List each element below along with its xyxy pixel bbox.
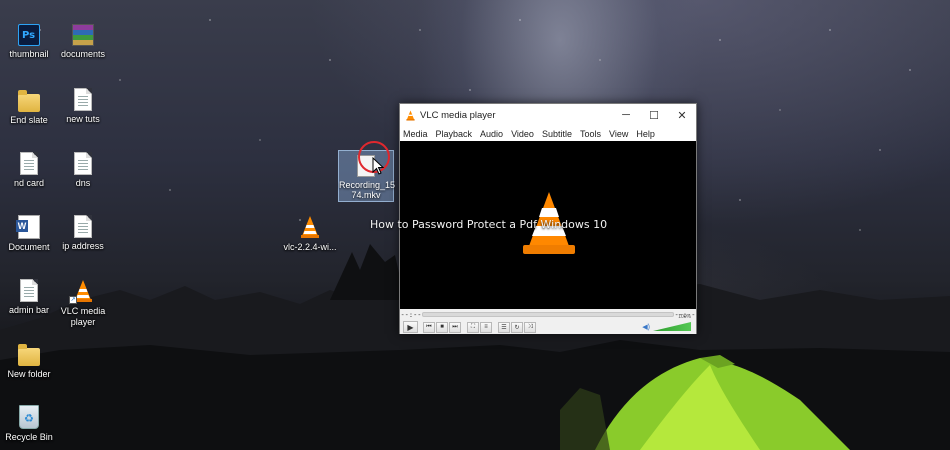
vlc-cone-icon — [406, 109, 415, 121]
document-icon — [74, 88, 92, 111]
desktop-icon-document[interactable]: W Document — [0, 215, 58, 253]
minimize-button[interactable]: ─ — [612, 104, 640, 126]
desktop-icon-end-slate[interactable]: End slate — [0, 88, 58, 126]
volume-slider[interactable]: 100% — [653, 314, 691, 332]
extended-settings-button[interactable]: ≡ — [480, 321, 492, 333]
desktop-icon-label: thumbnail — [9, 49, 49, 59]
seek-slider[interactable] — [422, 312, 674, 317]
desktop-icon-label: ip address — [62, 241, 104, 251]
shuffle-button[interactable]: ⤨ — [524, 321, 536, 333]
maximize-button[interactable]: ☐ — [640, 104, 668, 126]
desktop-icon-thumbnail[interactable]: Ps thumbnail — [0, 24, 58, 60]
desktop-icon-label: Recycle Bin — [5, 432, 53, 442]
desktop-icon-recycle-bin[interactable]: ♻ Recycle Bin — [0, 405, 58, 443]
vlc-installer-icon — [298, 215, 322, 239]
volume-percent: 100% — [678, 314, 691, 320]
vlc-cone-icon: ↗ — [69, 279, 95, 304]
menu-audio[interactable]: Audio — [480, 129, 503, 139]
desktop-icon-nd-card[interactable]: nd card — [0, 152, 58, 189]
desktop-icon-documents[interactable]: documents — [54, 24, 112, 60]
word-document-icon: W — [16, 215, 40, 239]
vlc-controls: ▶ ⏮ ■ ⏭ ⛶ ≡ ☰ ↻ ⤨ ◀) 100% — [400, 314, 696, 334]
menu-playback[interactable]: Playback — [436, 129, 473, 139]
recycle-bin-icon: ♻ — [19, 405, 39, 429]
fullscreen-button[interactable]: ⛶ — [467, 321, 479, 333]
desktop-icon-ip-address[interactable]: ip address — [54, 215, 112, 252]
document-icon — [74, 215, 92, 238]
menu-video[interactable]: Video — [511, 129, 534, 139]
stop-button[interactable]: ■ — [436, 321, 448, 333]
time-elapsed: --:-- — [400, 310, 422, 319]
desktop-icon-label: New folder — [7, 369, 51, 379]
folder-icon — [18, 344, 40, 366]
winrar-archive-icon — [72, 24, 94, 46]
previous-button[interactable]: ⏮ — [423, 321, 435, 333]
desktop-icon-label: nd card — [13, 178, 45, 188]
menu-help[interactable]: Help — [636, 129, 655, 139]
playlist-button[interactable]: ☰ — [498, 321, 510, 333]
photoshop-icon: Ps — [18, 24, 40, 46]
document-icon — [74, 152, 92, 175]
speaker-icon[interactable]: ◀) — [642, 323, 650, 331]
desktop-icon-new-folder[interactable]: New folder — [0, 342, 58, 380]
desktop-icon-label: vlc-2.2.4-wi... — [283, 242, 337, 252]
desktop-icon-vlc-media-player[interactable]: ↗ VLC media player — [54, 279, 112, 328]
tutorial-title-overlay: How to Password Protect a Pdf Windows 10 — [370, 218, 608, 231]
vlc-window-title: VLC media player — [420, 109, 496, 121]
desktop-icon-label: documents — [60, 49, 106, 59]
menu-media[interactable]: Media — [403, 129, 428, 139]
desktop-icon-dns[interactable]: dns — [54, 152, 112, 189]
loop-button[interactable]: ↻ — [511, 321, 523, 333]
desktop-icon-label: Document — [8, 242, 50, 252]
menu-subtitle[interactable]: Subtitle — [542, 129, 572, 139]
desktop-icon-label: dns — [75, 178, 91, 188]
vlc-titlebar[interactable]: VLC media player ─ ☐ ✕ — [400, 104, 696, 126]
document-icon — [20, 152, 38, 175]
menu-view[interactable]: View — [609, 129, 628, 139]
desktop-icon-label: new tuts — [66, 114, 100, 124]
desktop-icon-label: VLC media player — [60, 306, 106, 327]
vlc-seek-row: --:-- --:-- — [400, 309, 696, 320]
desktop-icon-label: End slate — [10, 115, 48, 125]
shortcut-arrow-icon: ↗ — [69, 296, 77, 304]
selected-file-label-line2: 74.mkv — [351, 190, 381, 200]
next-button[interactable]: ⏭ — [449, 321, 461, 333]
selected-file-label-line1: Recording_15 — [339, 180, 396, 190]
volume-control[interactable]: ◀) 100% — [642, 314, 696, 332]
folder-icon — [18, 90, 40, 112]
desktop-icon-new-tuts[interactable]: new tuts — [54, 88, 112, 125]
menu-tools[interactable]: Tools — [580, 129, 601, 139]
play-button[interactable]: ▶ — [403, 321, 418, 333]
document-icon — [20, 279, 38, 302]
mouse-cursor-icon — [372, 157, 385, 175]
desktop-icon-vlc-installer[interactable]: vlc-2.2.4-wi... — [281, 215, 339, 253]
desktop-icon-label: admin bar — [8, 305, 50, 315]
vlc-menubar: Media Playback Audio Video Subtitle Tool… — [400, 126, 696, 141]
close-button[interactable]: ✕ — [668, 104, 696, 126]
desktop-icon-admin-bar[interactable]: admin bar — [0, 279, 58, 316]
